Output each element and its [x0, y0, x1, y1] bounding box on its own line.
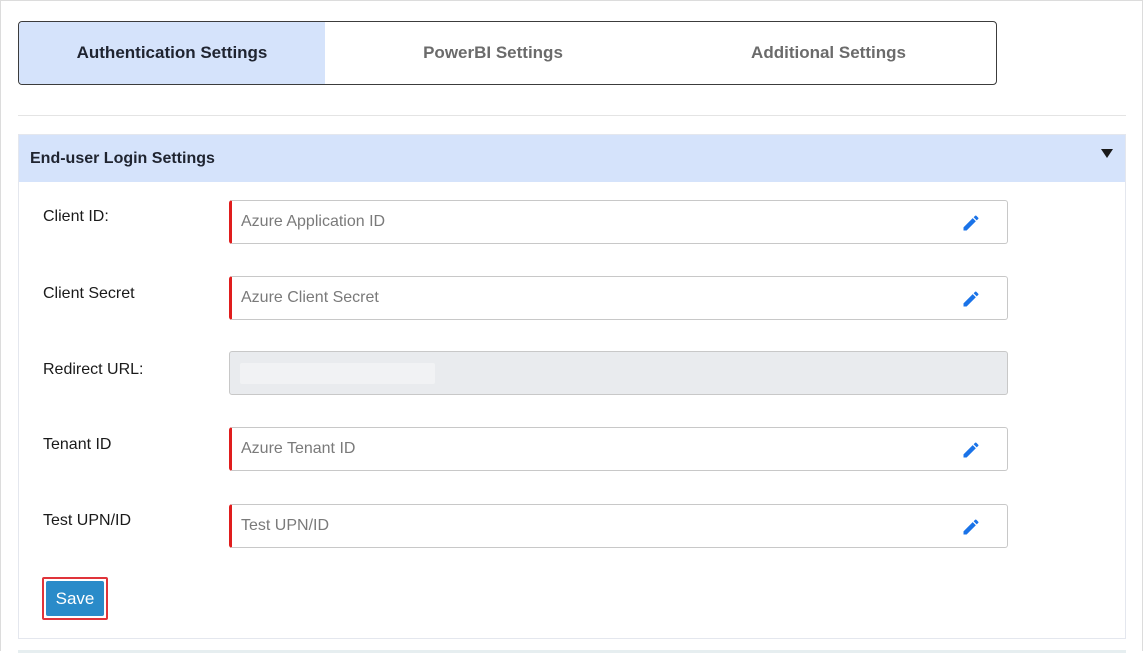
section-header[interactable]: End-user Login Settings	[19, 135, 1125, 182]
client-id-field	[229, 200, 1008, 244]
test-upn-label: Test UPN/ID	[43, 512, 132, 529]
client-id-label: Client ID:	[43, 208, 109, 225]
pencil-icon[interactable]	[961, 517, 981, 537]
tab-authentication-settings[interactable]: Authentication Settings	[19, 22, 325, 84]
tenant-id-field	[229, 427, 1008, 471]
divider	[18, 115, 1126, 116]
tenant-id-label: Tenant ID	[43, 436, 112, 453]
save-button[interactable]: Save	[46, 581, 104, 616]
client-id-input[interactable]	[241, 201, 941, 243]
redirect-url-value	[240, 363, 435, 384]
settings-tabs: Authentication Settings PowerBI Settings…	[18, 21, 997, 85]
test-upn-field	[229, 504, 1008, 548]
redirect-url-label: Redirect URL:	[43, 361, 144, 378]
pencil-icon[interactable]	[961, 289, 981, 309]
end-user-login-panel: End-user Login Settings Client ID: Clien…	[18, 134, 1126, 639]
pencil-icon[interactable]	[961, 440, 981, 460]
section-title: End-user Login Settings	[30, 149, 215, 167]
client-secret-field	[229, 276, 1008, 320]
redirect-url-field	[229, 351, 1008, 395]
tab-powerbi-settings[interactable]: PowerBI Settings	[325, 22, 661, 84]
client-secret-input[interactable]	[241, 277, 941, 319]
caret-down-icon[interactable]	[1101, 149, 1113, 158]
tab-additional-settings[interactable]: Additional Settings	[661, 22, 996, 84]
client-secret-label: Client Secret	[43, 285, 135, 302]
tenant-id-input[interactable]	[241, 428, 941, 470]
test-upn-input[interactable]	[241, 505, 941, 547]
save-button-highlight: Save	[42, 577, 108, 620]
pencil-icon[interactable]	[961, 213, 981, 233]
